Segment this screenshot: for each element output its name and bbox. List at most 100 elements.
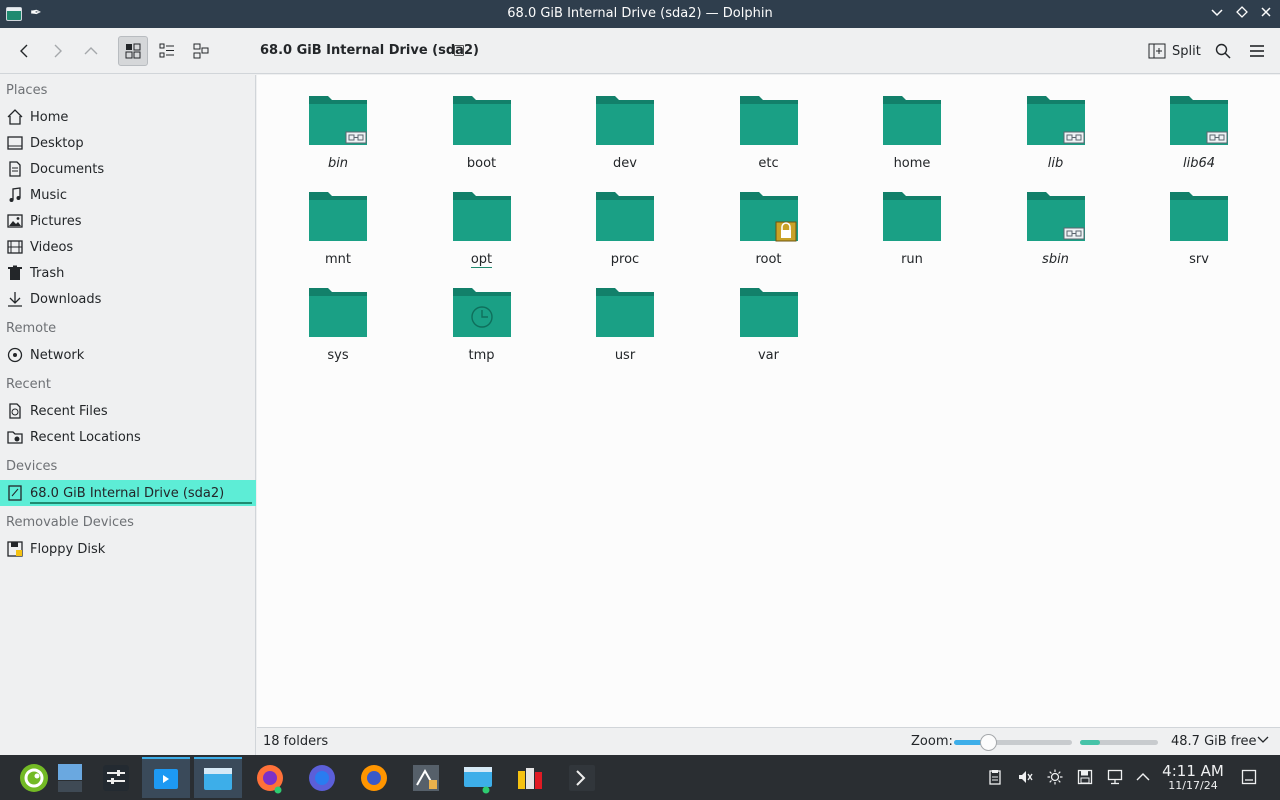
folder-icon	[882, 94, 942, 146]
clipboard-icon[interactable]	[986, 768, 1004, 786]
system-settings-button[interactable]	[92, 757, 140, 798]
zoom-slider[interactable]	[954, 734, 1072, 751]
folder-icon	[1026, 94, 1086, 146]
folder-name-text: sbin	[1042, 252, 1069, 267]
sidebar-item-label: 68.0 GiB Internal Drive (sda2)	[30, 485, 225, 501]
dolphin-task-button[interactable]	[194, 757, 242, 798]
folder-item[interactable]: root	[709, 176, 829, 267]
kmines-button[interactable]	[402, 757, 450, 798]
firefox-icon	[257, 764, 283, 793]
volume-muted-icon[interactable]	[1016, 768, 1034, 786]
file-view[interactable]: bin boot dev etc home lib lib64 mnt opt proc root r…	[257, 75, 1280, 727]
up-button[interactable]	[76, 36, 106, 66]
sidebar-item-label: Floppy Disk	[30, 541, 106, 557]
sidebar-item-network[interactable]: Network	[0, 342, 256, 368]
office-suite-button[interactable]	[506, 757, 554, 798]
folder-name-text: lib	[1047, 156, 1064, 171]
forward-button[interactable]	[42, 36, 72, 66]
sidebar-item-videos[interactable]: Videos	[0, 234, 256, 260]
folder-item[interactable]: bin	[278, 80, 398, 171]
folder-item[interactable]: opt	[422, 176, 542, 268]
videos-icon	[7, 239, 23, 255]
sidebar-item-recent-locations[interactable]: Recent Locations	[0, 424, 256, 450]
folder-name-text: mnt	[325, 252, 351, 267]
free-space-fill	[1080, 740, 1101, 745]
clock-date: 11/17/24	[1168, 779, 1218, 792]
store-icon	[154, 768, 178, 789]
breadcrumb[interactable]: 68.0 GiB Internal Drive (sda2)	[260, 43, 479, 58]
folder-item[interactable]: etc	[709, 80, 829, 171]
clock-time: 4:11 AM	[1162, 762, 1224, 780]
icons-view-button[interactable]	[118, 36, 148, 66]
search-button[interactable]	[1208, 36, 1238, 66]
network-icon	[7, 347, 23, 363]
split-button[interactable]: Split	[1144, 36, 1205, 66]
sidebar-item-recent-files[interactable]: Recent Files	[0, 398, 256, 424]
folder-icon	[1169, 94, 1229, 146]
folder-item[interactable]: sys	[278, 272, 398, 363]
digital-clock[interactable]: 4:11 AM 11/17/24	[1160, 763, 1226, 793]
discover-button[interactable]	[142, 757, 190, 798]
search-icon	[1215, 43, 1231, 59]
close-button[interactable]	[1256, 4, 1276, 24]
folder-item[interactable]: lib	[996, 80, 1116, 171]
terminal-button[interactable]	[558, 757, 606, 798]
network-wired-icon[interactable]	[1106, 768, 1124, 786]
firefox-nightly-button[interactable]	[298, 757, 346, 798]
folder-item[interactable]: tmp	[422, 272, 542, 363]
folder-name: usr	[565, 348, 685, 363]
folder-name: sbin	[996, 252, 1116, 267]
sidebar-item-music[interactable]: Music	[0, 182, 256, 208]
recent-files-icon	[7, 403, 23, 419]
symlink-badge	[1063, 131, 1084, 144]
drive-icon	[7, 485, 23, 501]
firefox-button[interactable]	[350, 757, 398, 798]
sidebar-item-floppy-disk[interactable]: Floppy Disk	[0, 536, 256, 562]
zoom-slider-handle[interactable]	[980, 734, 998, 751]
folder-item[interactable]: dev	[565, 80, 685, 171]
show-desktop-button[interactable]	[50, 757, 90, 798]
free-space-label[interactable]: 48.7 GiB free	[1171, 734, 1256, 749]
folder-icon	[595, 94, 655, 146]
menu-button[interactable]	[1242, 36, 1272, 66]
folder-item[interactable]: usr	[565, 272, 685, 363]
sidebar-item-downloads[interactable]: Downloads	[0, 286, 256, 312]
sidebar-item-trash[interactable]: Trash	[0, 260, 256, 286]
disk-icon[interactable]	[1076, 768, 1094, 786]
compact-view-icon	[159, 43, 174, 58]
settings-sliders-icon	[103, 764, 129, 791]
documents-icon	[7, 161, 23, 177]
notifications-icon[interactable]	[1240, 768, 1258, 786]
folder-item[interactable]: sbin	[996, 176, 1116, 267]
sidebar-item-internal-drive[interactable]: 68.0 GiB Internal Drive (sda2)	[0, 480, 256, 506]
back-button[interactable]	[10, 36, 40, 66]
folder-item[interactable]: run	[852, 176, 972, 267]
folder-icon	[739, 190, 799, 242]
sidebar-item-label: Recent Files	[30, 403, 108, 419]
folder-item[interactable]: mnt	[278, 176, 398, 267]
sidebar-item-pictures[interactable]: Pictures	[0, 208, 256, 234]
sidebar-item-desktop[interactable]: Desktop	[0, 130, 256, 156]
folder-name: mnt	[278, 252, 398, 267]
folder-icon	[739, 286, 799, 338]
sidebar-item-label: Home	[30, 109, 69, 125]
folder-item[interactable]: lib64	[1139, 80, 1259, 171]
brightness-icon[interactable]	[1046, 768, 1064, 786]
chevron-up-icon[interactable]	[1134, 768, 1152, 786]
folder-item[interactable]: boot	[422, 80, 542, 171]
sidebar-item-label: Videos	[30, 239, 74, 255]
folder-item[interactable]: var	[709, 272, 829, 363]
folder-item[interactable]: home	[852, 80, 972, 171]
section-places: Places	[6, 83, 48, 98]
compact-view-button[interactable]	[152, 36, 182, 66]
file-manager-task-button[interactable]	[454, 757, 502, 798]
details-view-button[interactable]	[186, 36, 216, 66]
sidebar-item-home[interactable]: Home	[0, 104, 256, 130]
folder-item[interactable]: srv	[1139, 176, 1259, 267]
minimize-button[interactable]	[1207, 4, 1227, 24]
chevron-down-icon[interactable]	[1257, 733, 1269, 749]
firefox-dev-button[interactable]	[246, 757, 294, 798]
sidebar-item-documents[interactable]: Documents	[0, 156, 256, 182]
folder-item[interactable]: proc	[565, 176, 685, 267]
maximize-button[interactable]	[1232, 4, 1252, 24]
